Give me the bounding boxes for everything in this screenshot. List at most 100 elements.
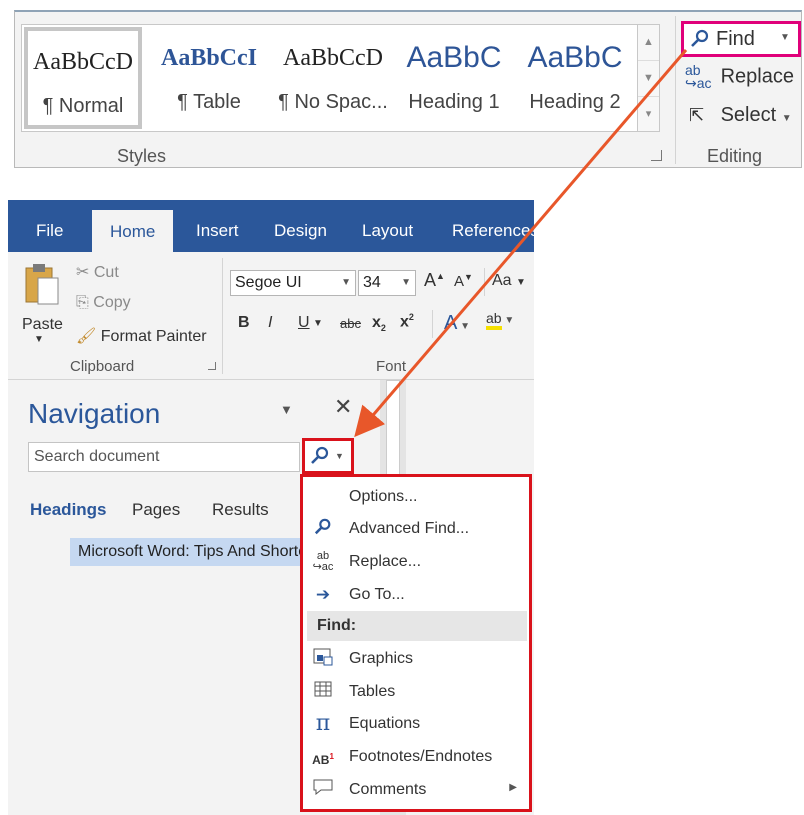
tab-layout[interactable]: Layout <box>362 200 413 252</box>
menu-item-equations[interactable]: π Equations <box>303 708 529 741</box>
menu-item-options[interactable]: Options... <box>303 481 529 514</box>
menu-item-label: Options... <box>349 488 418 505</box>
select-button[interactable]: ⇱ Select ▼ <box>689 104 792 127</box>
clipboard-dialog-launcher-icon[interactable] <box>208 362 216 370</box>
bold-button[interactable]: B <box>238 314 250 332</box>
style-table[interactable]: AaBbCcI ¶ Table <box>150 27 268 129</box>
paste-label: Paste <box>22 316 63 333</box>
group-divider <box>484 268 485 296</box>
search-input[interactable]: Search document <box>28 442 300 472</box>
search-options-button[interactable]: ▼ <box>302 438 354 474</box>
menu-item-label: Go To... <box>349 586 405 603</box>
style-no-spacing[interactable]: AaBbCcD ¶ No Spac... <box>274 27 392 129</box>
menu-item-tables[interactable]: Tables <box>303 676 529 709</box>
styles-dialog-launcher-icon[interactable] <box>651 150 662 161</box>
font-group-label: Font <box>376 358 407 375</box>
strikethrough-button[interactable]: abc <box>340 316 361 331</box>
menu-item-footnotes[interactable]: AB1 Footnotes/Endnotes <box>303 741 529 774</box>
scroll-up-icon[interactable]: ▲ <box>638 25 659 61</box>
highlight-color-button[interactable]: ab ▼ <box>486 310 514 330</box>
tab-design[interactable]: Design <box>274 200 327 252</box>
style-name: Heading 2 <box>529 91 621 113</box>
scissors-icon: ✂ <box>76 264 90 281</box>
style-sample: AaBbCcD <box>283 45 383 71</box>
arrow-right-icon: ➔ <box>315 585 331 604</box>
replace-icon: ab ↪ac <box>312 550 334 573</box>
superscript-button[interactable]: x2 <box>400 312 414 331</box>
font-family-select[interactable]: Segoe UI ▼ <box>230 270 356 296</box>
cursor-icon: ⇱ <box>689 105 705 125</box>
table-icon <box>311 681 335 703</box>
close-icon[interactable]: ✕ <box>334 394 352 420</box>
tab-pages[interactable]: Pages <box>132 500 180 520</box>
copy-icon: ⎘ <box>76 294 89 311</box>
font-size-select[interactable]: 34 ▼ <box>358 270 416 296</box>
scroll-down-icon[interactable]: ▼ <box>638 61 659 97</box>
shrink-font-button[interactable]: A▼ <box>454 272 473 290</box>
menu-item-label: Tables <box>349 683 396 700</box>
styles-gallery: AaBbCcD ¶ Normal AaBbCcI ¶ Table AaBbCcD… <box>21 24 638 132</box>
copy-button[interactable]: ⎘ Copy <box>76 294 131 312</box>
text-effects-button[interactable]: A ▼ <box>444 312 470 335</box>
italic-button[interactable]: I <box>268 314 272 332</box>
style-name: ¶ No Spac... <box>278 91 388 113</box>
style-sample: AaBbC <box>406 41 502 74</box>
menu-item-go-to[interactable]: ➔ Go To... <box>303 579 529 612</box>
pane-options-icon[interactable]: ▼ <box>280 402 293 417</box>
subscript-button[interactable]: x2 <box>372 314 386 333</box>
menu-section-header: Find: <box>307 611 527 641</box>
underline-button[interactable]: U <box>298 314 310 332</box>
tab-headings[interactable]: Headings <box>30 500 107 520</box>
menu-item-advanced-find[interactable]: Advanced Find... <box>303 513 529 546</box>
style-heading-1[interactable]: AaBbC Heading 1 <box>398 27 510 129</box>
replace-button[interactable]: ab ↪ac Replace <box>685 63 794 90</box>
font-size-value: 34 <box>363 274 381 291</box>
menu-item-label: Replace... <box>349 553 422 570</box>
find-button[interactable]: Find ▼ <box>681 21 801 57</box>
tab-home[interactable]: Home <box>92 210 174 252</box>
style-normal[interactable]: AaBbCcD ¶ Normal <box>24 27 142 129</box>
vertical-ruler <box>386 380 400 480</box>
tab-references[interactable]: References <box>452 200 534 252</box>
tab-file[interactable]: File <box>36 200 63 252</box>
menu-item-label: Comments <box>349 781 427 798</box>
search-icon <box>311 446 329 464</box>
font-family-value: Segoe UI <box>235 274 302 291</box>
navigation-title: Navigation <box>28 398 161 429</box>
cut-button[interactable]: ✂ Cut <box>76 262 119 282</box>
tab-insert[interactable]: Insert <box>196 200 239 252</box>
chevron-down-icon: ▼ <box>341 277 351 288</box>
menu-item-comments[interactable]: Comments ▶ <box>303 774 529 807</box>
styles-group-label: Styles <box>117 146 167 166</box>
menu-item-label: Equations <box>349 715 421 732</box>
clipboard-group-label: Clipboard <box>70 358 135 375</box>
grow-font-button[interactable]: A▲ <box>424 270 445 291</box>
menu-item-label: Advanced Find... <box>349 520 470 537</box>
style-sample: AaBbCcI <box>160 45 257 71</box>
comment-icon <box>311 779 335 801</box>
change-case-button[interactable]: Aa ▼ <box>492 272 526 290</box>
chevron-down-icon: ▼ <box>781 113 792 124</box>
graphics-icon <box>311 648 335 670</box>
chevron-down-icon: ▼ <box>313 318 323 329</box>
styles-gallery-scroll[interactable]: ▲ ▼ ▾ <box>638 24 660 132</box>
paste-icon <box>25 264 59 305</box>
style-name: ¶ Table <box>177 91 241 113</box>
style-sample: AaBbC <box>527 41 623 74</box>
format-painter-button[interactable]: 🖌 Format Painter <box>76 326 207 346</box>
menu-item-label: Footnotes/Endnotes <box>349 748 493 765</box>
paste-button[interactable]: Paste ▼ <box>20 260 63 350</box>
footnote-icon: AB1 <box>312 752 334 767</box>
tab-results[interactable]: Results <box>212 500 269 520</box>
chevron-down-icon: ▼ <box>34 334 44 345</box>
search-icon <box>311 518 335 540</box>
more-styles-icon[interactable]: ▾ <box>638 97 659 132</box>
replace-label: Replace <box>720 65 794 88</box>
heading-list-item[interactable]: Microsoft Word: Tips And Shortcuts <box>70 538 302 566</box>
menu-item-replace[interactable]: ab ↪ac Replace... <box>303 546 529 579</box>
menu-item-label: Graphics <box>349 650 414 667</box>
menu-item-graphics[interactable]: Graphics <box>303 643 529 676</box>
style-name: ¶ Normal <box>42 95 124 117</box>
chevron-down-icon: ▼ <box>335 451 344 461</box>
style-heading-2[interactable]: AaBbC Heading 2 <box>516 27 634 129</box>
